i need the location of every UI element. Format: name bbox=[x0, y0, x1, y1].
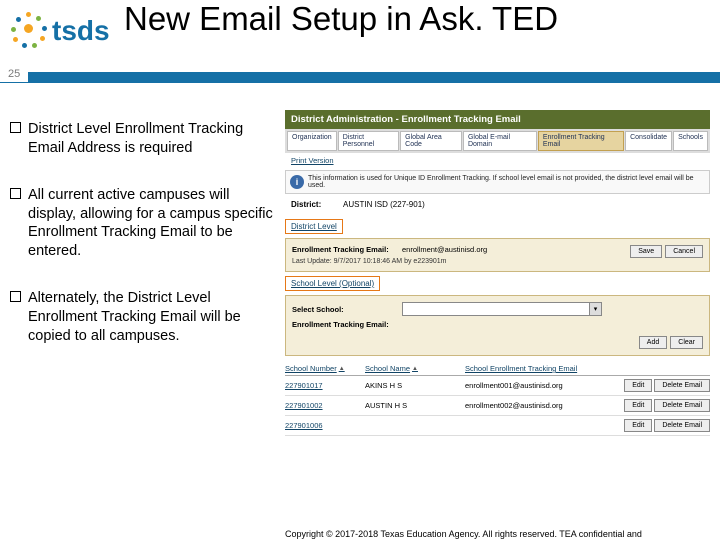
col-school-name[interactable]: School Name▲ bbox=[365, 364, 465, 373]
tab-bar: Organization District Personnel Global A… bbox=[285, 129, 710, 153]
table-header: School Number▲ School Name▲ School Enrol… bbox=[285, 364, 710, 376]
email-label: Enrollment Tracking Email: bbox=[292, 245, 402, 254]
clear-button[interactable]: Clear bbox=[670, 336, 703, 349]
edit-button[interactable]: Edit bbox=[624, 419, 652, 432]
cell-school-number[interactable]: 227901006 bbox=[285, 421, 365, 430]
bullet-marker-icon bbox=[10, 188, 21, 199]
school-select[interactable]: ▾ bbox=[402, 302, 602, 316]
tab-enrollment-tracking-email[interactable]: Enrollment Tracking Email bbox=[538, 131, 624, 151]
table-row: 227901017 AKINS H S enrollment001@austin… bbox=[285, 376, 710, 396]
school-table: School Number▲ School Name▲ School Enrol… bbox=[285, 364, 710, 436]
window-title: District Administration - Enrollment Tra… bbox=[285, 110, 710, 129]
print-version-link[interactable]: Print Version bbox=[285, 153, 710, 168]
col-tracking-email[interactable]: School Enrollment Tracking Email bbox=[465, 364, 615, 373]
bullet-item: Alternately, the District Level Enrollme… bbox=[10, 289, 280, 346]
school-form: Select School: ▾ Enrollment Tracking Ema… bbox=[285, 295, 710, 356]
col-school-number[interactable]: School Number▲ bbox=[285, 364, 365, 373]
slide-title: New Email Setup in Ask. TED bbox=[124, 0, 558, 38]
cell-school-name: AKINS H S bbox=[365, 381, 465, 390]
sort-icon: ▲ bbox=[339, 366, 345, 372]
cell-school-name: AUSTIN H S bbox=[365, 401, 465, 410]
tab-global-area-code[interactable]: Global Area Code bbox=[400, 131, 462, 151]
district-header: District: AUSTIN ISD (227-901) bbox=[285, 194, 710, 215]
logo-text: tsds bbox=[52, 15, 110, 47]
bullet-text: Alternately, the District Level Enrollme… bbox=[28, 289, 280, 346]
cell-school-number[interactable]: 227901017 bbox=[285, 381, 365, 390]
tab-schools[interactable]: Schools bbox=[673, 131, 708, 151]
sort-icon: ▲ bbox=[412, 366, 418, 372]
bullet-marker-icon bbox=[10, 122, 21, 133]
tab-consolidate[interactable]: Consolidate bbox=[625, 131, 672, 151]
cell-school-number[interactable]: 227901002 bbox=[285, 401, 365, 410]
last-update-text: Last Update: 9/7/2017 10:18:46 AM by e22… bbox=[292, 258, 703, 265]
app-screenshot: District Administration - Enrollment Tra… bbox=[285, 110, 710, 436]
bullet-list: District Level Enrollment Tracking Email… bbox=[10, 120, 280, 374]
copyright-footer: Copyright © 2017-2018 Texas Education Ag… bbox=[285, 529, 710, 540]
school-level-section: School Level (Optional) bbox=[285, 276, 380, 291]
bullet-item: All current active campuses will display… bbox=[10, 186, 280, 261]
logo-dots-icon bbox=[10, 12, 48, 50]
edit-button[interactable]: Edit bbox=[624, 399, 652, 412]
delete-email-button[interactable]: Delete Email bbox=[654, 399, 710, 412]
tab-district-personnel[interactable]: District Personnel bbox=[338, 131, 399, 151]
info-text: This information is used for Unique ID E… bbox=[308, 175, 705, 189]
cell-email: enrollment001@austinisd.org bbox=[465, 381, 615, 390]
cancel-button[interactable]: Cancel bbox=[665, 245, 703, 258]
chevron-down-icon: ▾ bbox=[589, 303, 601, 315]
table-row: 227901002 AUSTIN H S enrollment002@austi… bbox=[285, 396, 710, 416]
bullet-item: District Level Enrollment Tracking Email… bbox=[10, 120, 280, 158]
bullet-marker-icon bbox=[10, 291, 21, 302]
save-button[interactable]: Save bbox=[630, 245, 662, 258]
info-banner: i This information is used for Unique ID… bbox=[285, 170, 710, 194]
district-value: AUSTIN ISD (227-901) bbox=[343, 200, 425, 209]
table-row: 227901006 Edit Delete Email bbox=[285, 416, 710, 436]
district-label: District: bbox=[291, 200, 321, 209]
logo: tsds bbox=[10, 12, 110, 50]
info-icon: i bbox=[290, 175, 304, 189]
district-form: Enrollment Tracking Email: enrollment@au… bbox=[285, 238, 710, 272]
select-school-label: Select School: bbox=[292, 305, 402, 314]
add-button[interactable]: Add bbox=[639, 336, 667, 349]
accent-bar bbox=[0, 72, 720, 83]
tab-organization[interactable]: Organization bbox=[287, 131, 337, 151]
school-email-label: Enrollment Tracking Email: bbox=[292, 320, 402, 329]
bullet-text: All current active campuses will display… bbox=[28, 186, 280, 261]
slide-number: 25 bbox=[0, 66, 28, 82]
delete-email-button[interactable]: Delete Email bbox=[654, 419, 710, 432]
delete-email-button[interactable]: Delete Email bbox=[654, 379, 710, 392]
email-value: enrollment@austinisd.org bbox=[402, 245, 487, 254]
bullet-text: District Level Enrollment Tracking Email… bbox=[28, 120, 280, 158]
district-level-section: District Level bbox=[285, 219, 343, 234]
cell-email: enrollment002@austinisd.org bbox=[465, 401, 615, 410]
edit-button[interactable]: Edit bbox=[624, 379, 652, 392]
tab-global-email-domain[interactable]: Global E-mail Domain bbox=[463, 131, 537, 151]
